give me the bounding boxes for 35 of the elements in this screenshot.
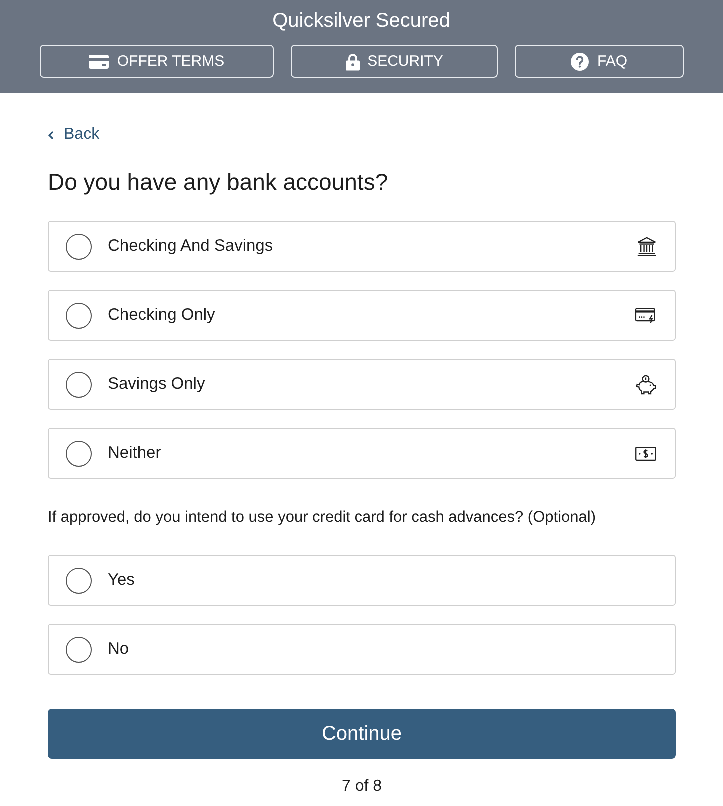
option-label: Checking And Savings [108,237,274,256]
radio-button[interactable] [66,440,92,466]
page-title: Quicksilver Secured [272,9,450,34]
header-button[interactable]: OFFER TERMS [40,45,274,78]
radio-option[interactable]: Checking Only [48,290,676,341]
lock-icon [346,52,360,70]
help-icon [571,52,590,70]
radio-button[interactable] [66,568,92,594]
radio-option[interactable]: Checking And Savings [48,221,676,272]
radio-button[interactable] [66,302,92,328]
continue-button[interactable]: Continue [48,709,676,759]
option-label: Neither [108,444,162,463]
question-heading: Do you have any bank accounts? [48,168,388,197]
back-link[interactable]: Back [48,125,100,145]
chevron-left-icon [48,130,54,140]
progress-text: 7 of 8 [342,777,382,797]
radio-button[interactable] [66,636,92,662]
question-text: If approved, do you intend to use your credit card for cash advances? (Optional) [48,508,596,528]
piggy-bank-icon [635,374,657,394]
radio-button[interactable] [66,234,92,260]
bank-icon [637,236,657,256]
radio-option[interactable]: Savings Only [48,359,676,410]
cash-bill-icon [635,446,657,460]
radio-button[interactable] [66,372,92,398]
option-label: Savings Only [108,375,206,394]
radio-option[interactable]: Neither [48,428,676,479]
option-label: Checking Only [108,306,216,325]
card-icon [635,308,657,324]
radio-option[interactable]: Yes [48,555,676,606]
header-button[interactable]: FAQ [515,45,684,78]
header-button[interactable]: SECURITY [291,45,498,78]
radio-option[interactable]: No [48,624,676,675]
option-label: Yes [108,571,136,590]
credit-card-icon [89,54,110,68]
option-label: No [108,640,130,659]
